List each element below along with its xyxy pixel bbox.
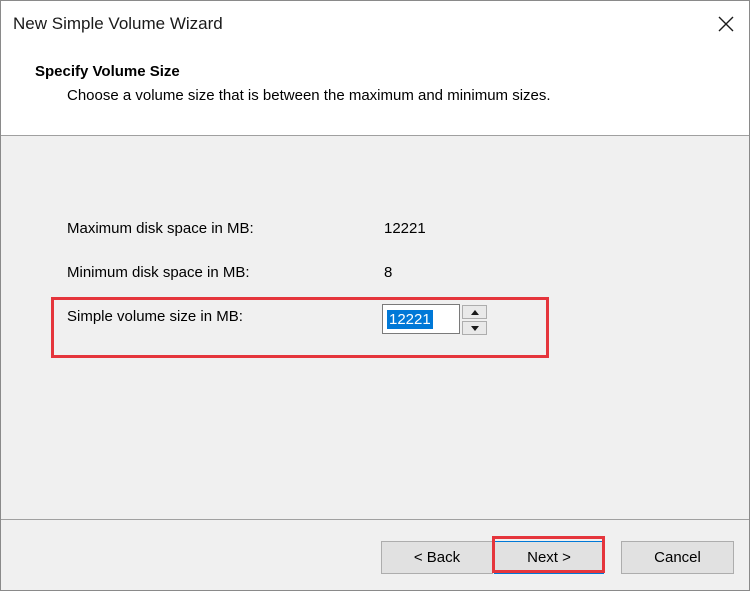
close-button[interactable]	[703, 1, 749, 47]
page-title: Specify Volume Size	[35, 63, 180, 80]
min-disk-space-label: Minimum disk space in MB:	[67, 264, 250, 281]
wizard-header: Specify Volume Size Choose a volume size…	[1, 47, 749, 136]
page-subtitle: Choose a volume size that is between the…	[67, 87, 551, 104]
arrow-down-icon	[470, 325, 479, 331]
title-bar: New Simple Volume Wizard	[1, 1, 749, 47]
min-disk-space-value: 8	[384, 264, 393, 281]
max-disk-space-value: 12221	[384, 220, 426, 237]
close-icon	[718, 16, 734, 32]
footer-divider	[1, 519, 749, 520]
volume-size-label: Simple volume size in MB:	[67, 308, 243, 325]
window-title: New Simple Volume Wizard	[13, 14, 223, 33]
cancel-button[interactable]: Cancel	[621, 541, 734, 574]
spin-down-button[interactable]	[462, 321, 487, 335]
next-button[interactable]: Next >	[494, 541, 604, 574]
arrow-up-icon	[470, 309, 479, 315]
back-button[interactable]: < Back	[381, 541, 493, 574]
volume-size-value: 12221	[387, 310, 433, 329]
spin-up-button[interactable]	[462, 305, 487, 319]
max-disk-space-label: Maximum disk space in MB:	[67, 220, 254, 237]
wizard-window: New Simple Volume Wizard Specify Volume …	[0, 0, 750, 591]
volume-size-input[interactable]: 12221	[382, 304, 460, 334]
